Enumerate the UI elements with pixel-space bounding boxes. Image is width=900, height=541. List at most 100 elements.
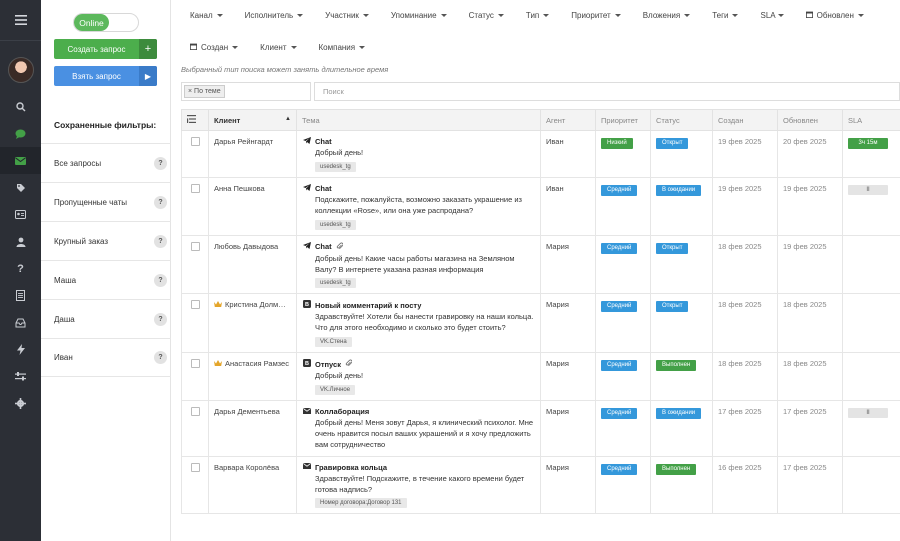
search-scope-box[interactable]: × По теме [181, 82, 311, 101]
inbox-icon[interactable] [0, 309, 41, 336]
col-subject[interactable]: Тема [296, 109, 541, 131]
saved-filter-item[interactable]: Иван? [41, 338, 171, 377]
filter-help-icon[interactable]: ? [154, 312, 167, 326]
subject-cell[interactable]: Chat Добрый день! Какие часы работы магаз… [296, 234, 541, 295]
user-icon[interactable] [0, 228, 41, 255]
table-row[interactable]: Любовь Давыдова Chat Добрый день! Какие ча… [181, 234, 900, 295]
subject-title[interactable]: Chat [315, 242, 332, 251]
app-rail: ? [0, 0, 41, 541]
col-created[interactable]: Создан [712, 109, 778, 131]
status-badge: Открыт [656, 242, 689, 254]
filter-dropdown[interactable]: Канал [190, 11, 223, 20]
client-name[interactable]: Анастасия Рамзес [225, 359, 289, 368]
filter-dropdown[interactable]: Клиент [260, 43, 297, 52]
filter-dropdown[interactable]: Компания [319, 43, 366, 52]
subject-cell[interactable]: Гравировка кольца Здравствуйте! Подскажит… [296, 455, 541, 515]
subject-cell[interactable]: Коллаборация Добрый день! Меня зовут Дарь… [296, 400, 541, 457]
sliders-icon[interactable] [0, 363, 41, 390]
client-name[interactable]: Любовь Давыдова [214, 242, 278, 251]
table-row[interactable]: Дарья Рейнгардт Chat Добрый день! usedesk_t… [181, 130, 900, 178]
filter-dropdown[interactable]: SLA [760, 11, 784, 20]
play-icon[interactable]: ▶ [139, 66, 157, 86]
row-checkbox[interactable] [190, 241, 200, 251]
client-name[interactable]: Варвара Королёва [214, 463, 279, 472]
client-name[interactable]: Кристина Долм… [225, 300, 286, 309]
subject-title[interactable]: Гравировка кольца [315, 463, 387, 472]
filter-help-icon[interactable]: ? [154, 156, 167, 170]
menu-icon[interactable] [0, 0, 41, 41]
row-checkbox[interactable] [190, 359, 200, 369]
filter-help-icon[interactable]: ? [154, 195, 167, 209]
help-icon[interactable]: ? [0, 255, 41, 282]
table-row[interactable]: Дарья Дементьева Коллаборация Добрый день!… [181, 400, 900, 457]
filter-dropdown[interactable]: Обновлен [805, 11, 864, 20]
saved-filter-item[interactable]: Пропущенные чаты? [41, 182, 171, 221]
col-agent[interactable]: Агент [540, 109, 596, 131]
client-name[interactable]: Дарья Дементьева [214, 407, 280, 416]
avatar[interactable] [7, 57, 34, 83]
client-name[interactable]: Анна Пешкова [214, 184, 265, 193]
client-name[interactable]: Дарья Рейнгардт [214, 137, 273, 146]
table-row[interactable]: Анастасия Рамзес B Отпуск Добрый день! VK.Ли… [181, 352, 900, 401]
online-toggle[interactable]: Online [73, 13, 139, 32]
subject-cell[interactable]: B Новый комментарий к посту Здравствуйте! … [296, 293, 541, 354]
filter-dropdown[interactable]: Теги [712, 11, 739, 20]
filter-dropdown[interactable]: Упоминание [391, 11, 447, 20]
filter-help-icon[interactable]: ? [154, 351, 167, 364]
row-checkbox[interactable] [190, 462, 200, 472]
saved-filter-item[interactable]: Крупный заказ? [41, 221, 171, 260]
search-icon[interactable] [0, 93, 41, 120]
table-row[interactable]: Варвара Королёва Гравировка кольца Здравст… [181, 455, 900, 515]
row-checkbox[interactable] [190, 300, 200, 310]
col-updated[interactable]: Обновлен [777, 109, 843, 131]
subject-title[interactable]: Коллаборация [315, 407, 369, 416]
subject-title[interactable]: Chat [315, 184, 332, 193]
subject-cell[interactable]: B Отпуск Добрый день! VK.Личное [296, 352, 541, 401]
col-client-label: Клиент [214, 115, 241, 125]
chat-icon[interactable] [0, 120, 41, 147]
subject-title[interactable]: Chat [315, 137, 332, 146]
subject-cell[interactable]: Chat Добрый день! usedesk_tg [296, 130, 541, 178]
filter-dropdown[interactable]: Статус [469, 11, 504, 20]
contact-card-icon[interactable] [0, 201, 41, 228]
take-request-button[interactable]: Взять запрос ▶ [54, 66, 157, 86]
col-sla[interactable]: SLA [842, 109, 900, 131]
create-request-button[interactable]: Создать запрос + [54, 39, 157, 59]
col-priority[interactable]: Приоритет [595, 109, 651, 131]
chevron-down-icon [684, 14, 691, 17]
row-checkbox[interactable] [190, 137, 200, 146]
subject-cell[interactable]: Chat Подскажите, пожалуйста, возможно зак… [296, 176, 541, 236]
bulk-select-icon[interactable] [181, 109, 209, 131]
filter-dropdown[interactable]: Приоритет [571, 11, 621, 20]
saved-filter-item[interactable]: Даша? [41, 299, 171, 338]
plus-icon[interactable]: + [139, 39, 157, 59]
row-checkbox[interactable] [190, 407, 200, 416]
subject-line: Коллаборация [302, 407, 535, 416]
table-row[interactable]: Кристина Долм… B Новый комментарий к посту… [181, 293, 900, 354]
filter-help-icon[interactable]: ? [154, 234, 167, 248]
col-status[interactable]: Статус [650, 109, 713, 131]
filter-dropdown[interactable]: Тип [526, 11, 550, 20]
subject-line: Chat [302, 183, 535, 193]
subject-title[interactable]: Новый комментарий к посту [315, 301, 421, 310]
search-scope-chip[interactable]: × По теме [184, 85, 225, 98]
sort-asc-icon[interactable]: ▲ [285, 116, 291, 122]
lightning-icon[interactable] [0, 336, 41, 363]
mail-icon[interactable] [0, 147, 41, 174]
filter-dropdown[interactable]: Создан [190, 43, 239, 52]
saved-filter-item[interactable]: Все запросы? [41, 143, 171, 182]
col-client[interactable]: Клиент ▲ [208, 109, 297, 131]
filter-help-icon[interactable]: ? [154, 273, 167, 287]
filter-dropdown[interactable]: Участник [325, 11, 369, 20]
settings-gear-icon[interactable] [0, 390, 41, 417]
search-input[interactable]: Поиск [314, 82, 900, 101]
table-row[interactable]: Анна Пешкова Chat Подскажите, пожалуйста, … [181, 176, 900, 236]
subject-title[interactable]: Отпуск [315, 360, 341, 369]
filter-dropdown[interactable]: Вложения [643, 11, 691, 20]
saved-filter-item[interactable]: Маша? [41, 260, 171, 299]
vk-icon: B [302, 300, 311, 310]
tag-icon[interactable] [0, 174, 41, 201]
filter-dropdown[interactable]: Исполнитель [245, 11, 304, 20]
document-icon[interactable] [0, 282, 41, 309]
row-checkbox[interactable] [190, 183, 200, 193]
